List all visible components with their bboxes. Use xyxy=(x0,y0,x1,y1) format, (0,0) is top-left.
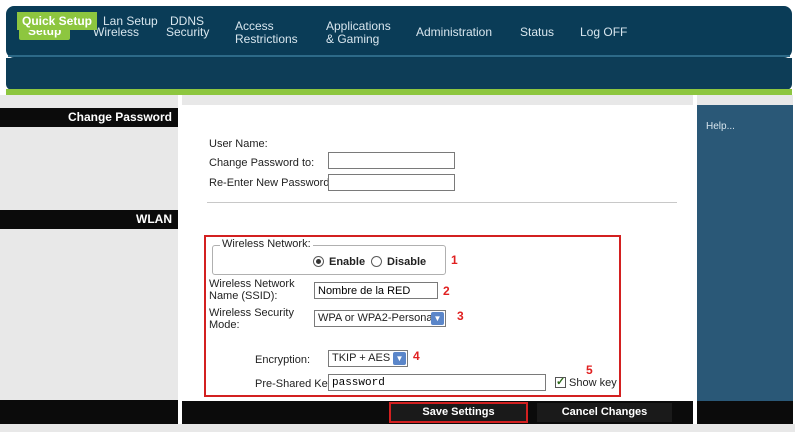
ssid-input[interactable] xyxy=(314,282,438,299)
tab-quick-setup[interactable]: Quick Setup xyxy=(17,12,98,30)
sub-navigation-bar xyxy=(6,58,792,90)
reenter-password-input[interactable] xyxy=(328,174,455,191)
security-mode-label-line1: Wireless Security xyxy=(209,307,294,319)
ssid-label: Wireless Network Name (SSID): xyxy=(209,278,295,302)
top-nav-divider xyxy=(8,55,790,57)
change-password-input[interactable] xyxy=(328,152,455,169)
help-footer-bar xyxy=(697,401,793,424)
section-heading-wlan: WLAN xyxy=(0,210,178,229)
nav-log-off[interactable]: Log OFF xyxy=(580,26,627,39)
disable-label: Disable xyxy=(387,256,427,268)
wireless-network-legend: Wireless Network: xyxy=(220,238,313,250)
left-section-column: Change Password WLAN xyxy=(0,95,178,432)
annotation-3: 3 xyxy=(457,309,464,323)
show-key-checkbox[interactable] xyxy=(555,375,566,388)
psk-input[interactable] xyxy=(328,374,546,391)
change-password-label: Change Password to: xyxy=(209,157,315,169)
cancel-changes-button[interactable]: Cancel Changes xyxy=(537,403,672,422)
disable-radio[interactable] xyxy=(371,256,382,267)
psk-label: Pre-Shared Key: xyxy=(255,378,337,390)
page-bottom-strip xyxy=(0,424,795,432)
encryption-select[interactable]: TKIP + AES ▼ xyxy=(328,350,408,367)
annotation-5: 5 xyxy=(586,363,593,377)
nav-access-restrictions-line2: Restrictions xyxy=(235,32,298,46)
nav-status[interactable]: Status xyxy=(520,26,554,39)
annotation-2: 2 xyxy=(443,284,450,298)
help-panel xyxy=(697,105,793,401)
nav-applications-gaming-line2: & Gaming xyxy=(326,32,380,46)
nav-access-restrictions[interactable]: Access Restrictions xyxy=(235,20,298,46)
help-link[interactable]: Help... xyxy=(706,121,735,132)
security-mode-value: WPA or WPA2-Personal xyxy=(318,312,435,324)
encryption-value: TKIP + AES xyxy=(332,352,391,364)
security-mode-label: Wireless Security Mode: xyxy=(209,307,294,331)
show-key-label: Show key xyxy=(569,377,617,389)
security-mode-label-line2: Mode: xyxy=(209,319,240,331)
left-footer-bar xyxy=(0,400,178,424)
tab-ddns[interactable]: DDNS xyxy=(165,12,209,30)
help-top-gap xyxy=(697,95,793,105)
annotation-4: 4 xyxy=(413,349,420,363)
nav-administration[interactable]: Administration xyxy=(416,26,492,39)
ssid-label-line2: Name (SSID): xyxy=(209,290,278,302)
security-mode-select[interactable]: WPA or WPA2-Personal ▼ xyxy=(314,310,446,327)
chevron-down-icon: ▼ xyxy=(393,352,406,365)
save-button-highlight xyxy=(389,402,528,423)
encryption-label: Encryption: xyxy=(255,354,311,366)
chevron-down-icon: ▼ xyxy=(431,312,444,325)
annotation-1: 1 xyxy=(451,253,458,267)
main-top-gap xyxy=(182,95,693,105)
enable-radio[interactable] xyxy=(313,256,324,267)
reenter-password-label: Re-Enter New Password: xyxy=(209,177,333,189)
user-name-label: User Name: xyxy=(209,138,268,150)
nav-applications-gaming[interactable]: Applications & Gaming xyxy=(326,20,391,46)
ssid-label-line1: Wireless Network xyxy=(209,278,295,290)
section-divider xyxy=(207,202,677,203)
enable-label: Enable xyxy=(329,256,366,268)
tab-lan-setup[interactable]: Lan Setup xyxy=(98,12,163,30)
section-heading-change-password: Change Password xyxy=(0,108,178,127)
